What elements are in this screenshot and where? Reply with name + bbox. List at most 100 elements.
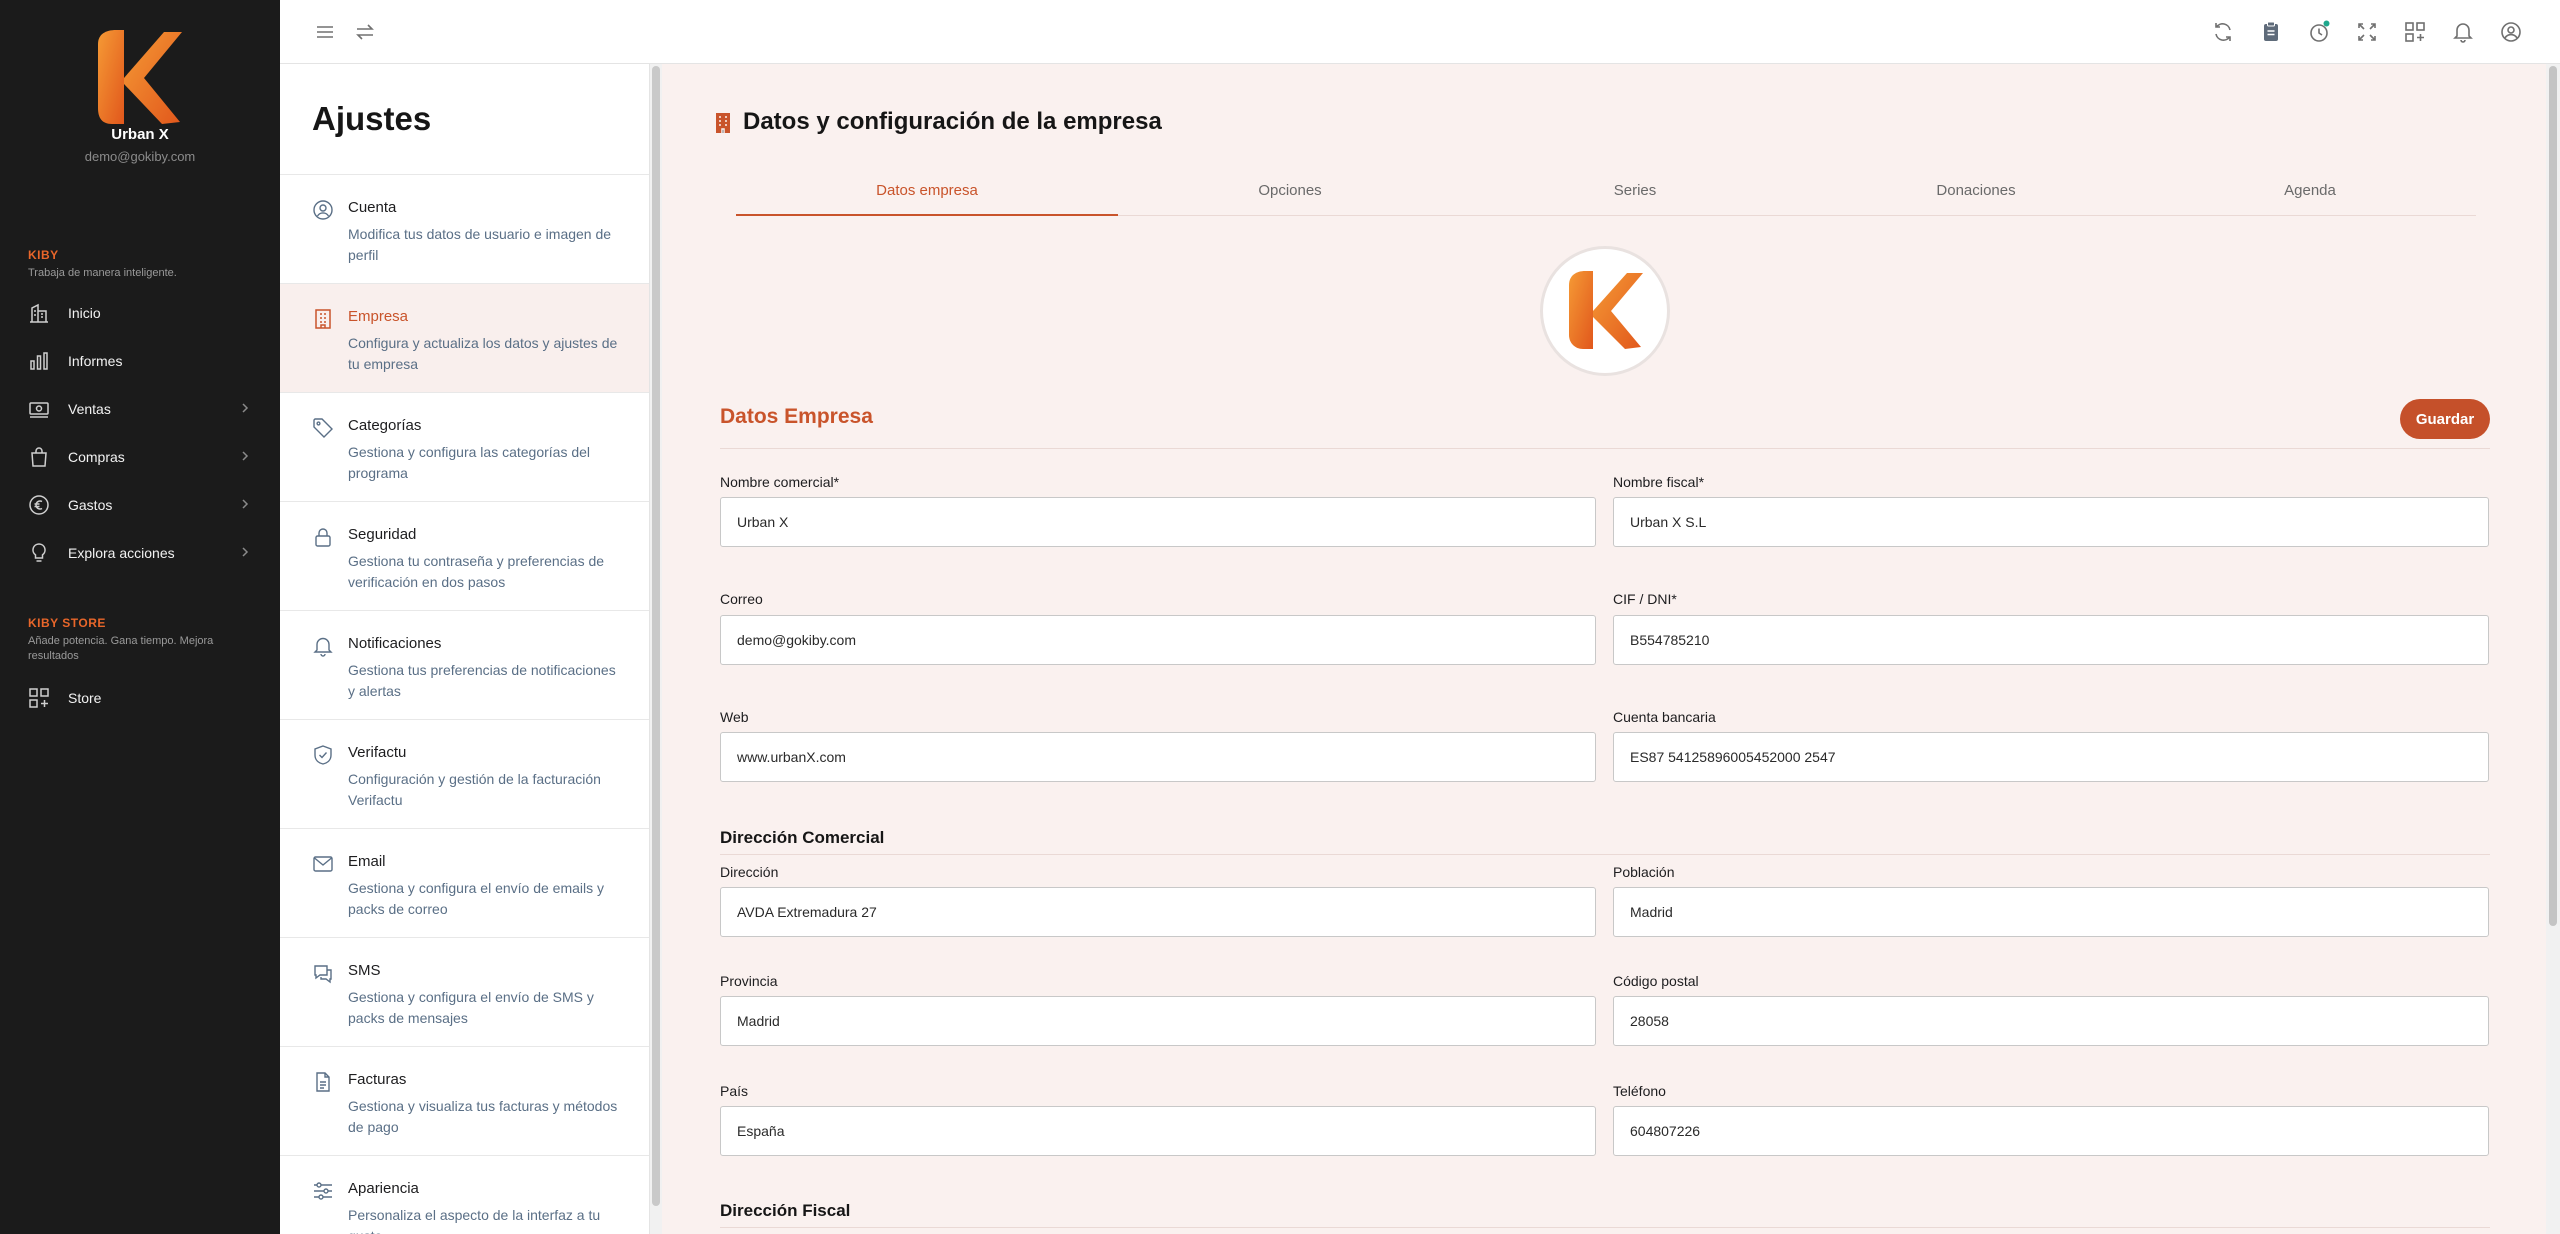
kiby-logo[interactable] [94,28,186,126]
tab-series[interactable]: Series [1462,172,1808,216]
main-scrollbar-thumb[interactable] [2549,66,2557,926]
chevron-right-icon [242,499,249,509]
shield-check-icon [314,745,332,765]
settings-item-desc: Modifica tus datos de usuario e imagen d… [348,226,612,263]
sidebar-item-ventas[interactable]: Ventas [0,387,280,431]
settings-item-title: Categorías [348,417,422,434]
page-title: Datos y configuración de la empresa [743,108,1162,135]
settings-item-title: SMS [348,962,381,979]
timer-icon [2310,20,2330,42]
settings-title: Ajustes [312,100,432,137]
main-sidebar: Urban X demo@gokiby.com KIBY Trabaja de … [0,0,280,1234]
euro-icon [29,495,49,515]
sidebar-item-label: Explora acciones [68,545,175,561]
cif-input[interactable] [1613,615,2489,665]
sidebar-item-explora-acciones[interactable]: Explora acciones [0,531,280,575]
fullscreen-icon [2358,23,2376,41]
chevron-right-icon [242,547,249,557]
settings-item-title: Empresa [348,308,409,325]
tab-bar: Datos empresa Opciones Series Donaciones… [736,172,2476,216]
settings-panel: Ajustes Cuenta Modifica tus datos de usu… [280,64,650,1234]
user-menu-button[interactable] [2498,19,2524,45]
sidebar-item-label: Gastos [68,497,113,513]
settings-item-title: Cuenta [348,199,397,216]
top-bar [280,0,2560,64]
section-kiby-title: KIBY [28,248,59,262]
menu-button[interactable] [312,19,338,45]
settings-item-seguridad[interactable]: Seguridad Gestiona tu contraseña y prefe… [280,502,649,611]
cuenta-bancaria-input[interactable] [1613,732,2489,782]
settings-item-facturas[interactable]: Facturas Gestiona y visualiza tus factur… [280,1047,649,1156]
menu-icon [317,26,333,38]
chat-icon [314,965,332,984]
bell-icon [313,637,333,657]
tab-datos-empresa[interactable]: Datos empresa [736,172,1118,216]
sidebar-item-label: Inicio [68,305,101,321]
fullscreen-button[interactable] [2354,19,2380,45]
pais-input[interactable] [720,1106,1596,1156]
apps-add-button[interactable] [2402,19,2428,45]
section-store-title: KIBY STORE [28,616,106,630]
lightbulb-icon [32,543,46,562]
section-kiby-subtitle: Trabaja de manera inteligente. [28,267,177,279]
settings-item-sms[interactable]: SMS Gestiona y configura el envío de SMS… [280,938,649,1047]
nombre-comercial-input[interactable] [720,497,1596,547]
settings-item-categorias[interactable]: Categorías Gestiona y configura las cate… [280,393,649,502]
label-web: Web [720,709,749,725]
provincia-input[interactable] [720,996,1596,1046]
settings-item-desc: Gestiona y visualiza tus facturas y méto… [348,1098,618,1135]
settings-item-desc: Configuración y gestión de la facturació… [348,771,601,808]
settings-item-verifactu[interactable]: Verifactu Configuración y gestión de la … [280,720,649,829]
clipboard-icon [2264,21,2278,41]
shopping-bag-icon [31,447,47,467]
tab-opciones[interactable]: Opciones [1118,172,1462,216]
section-title-direccion-comercial: Dirección Comercial [720,828,885,847]
settings-item-title: Email [348,853,386,870]
section-store-subtitle: Añade potencia. Gana tiempo. Mejora resu… [28,635,214,662]
company-logo[interactable] [1540,246,1670,376]
notifications-button[interactable] [2450,19,2476,45]
codigo-postal-input[interactable] [1613,996,2489,1046]
refresh-icon [2215,23,2231,41]
timer-button[interactable] [2306,19,2332,45]
settings-item-title: Verifactu [348,744,407,761]
correo-input[interactable] [720,615,1596,665]
direccion-input[interactable] [720,887,1596,937]
lock-icon [315,528,331,547]
nombre-fiscal-input[interactable] [1613,497,2489,547]
settings-item-email[interactable]: Email Gestiona y configura el envío de e… [280,829,649,938]
divider [720,448,2490,449]
save-button[interactable]: Guardar [2400,399,2490,439]
settings-item-desc: Gestiona tus preferencias de notificacio… [348,662,616,699]
bell-icon [2453,23,2473,43]
poblacion-input[interactable] [1613,887,2489,937]
building-icon [716,113,730,133]
apps-add-icon [2405,22,2425,42]
settings-item-desc: Gestiona y configura el envío de SMS y p… [348,989,594,1026]
brand [0,28,280,126]
settings-item-desc: Gestiona tu contraseña y preferencias de… [348,553,605,590]
mail-icon [313,856,333,872]
settings-item-empresa[interactable]: Empresa Configura y actualiza los datos … [280,284,649,393]
sidebar-item-store[interactable]: Store [0,676,280,720]
settings-item-apariencia[interactable]: Apariencia Personaliza el aspecto de la … [280,1156,649,1234]
settings-scrollbar-thumb[interactable] [652,66,660,1206]
web-input[interactable] [720,732,1596,782]
kiby-logo [1569,271,1643,349]
tab-donaciones[interactable]: Donaciones [1808,172,2144,216]
sidebar-item-inicio[interactable]: Inicio [0,291,280,335]
sidebar-item-informes[interactable]: Informes [0,339,280,383]
settings-item-cuenta[interactable]: Cuenta Modifica tus datos de usuario e i… [280,175,649,284]
settings-list: Cuenta Modifica tus datos de usuario e i… [280,174,649,1234]
telefono-input[interactable] [1613,1106,2489,1156]
swap-button[interactable] [352,19,378,45]
settings-item-desc: Gestiona y configura el envío de emails … [348,880,605,917]
sidebar-item-gastos[interactable]: Gastos [0,483,280,527]
label-direccion: Dirección [720,864,779,880]
bar-chart-icon [30,352,48,370]
clipboard-button[interactable] [2258,19,2284,45]
settings-item-notificaciones[interactable]: Notificaciones Gestiona tus preferencias… [280,611,649,720]
refresh-button[interactable] [2210,19,2236,45]
sidebar-item-compras[interactable]: Compras [0,435,280,479]
tab-agenda[interactable]: Agenda [2144,172,2476,216]
